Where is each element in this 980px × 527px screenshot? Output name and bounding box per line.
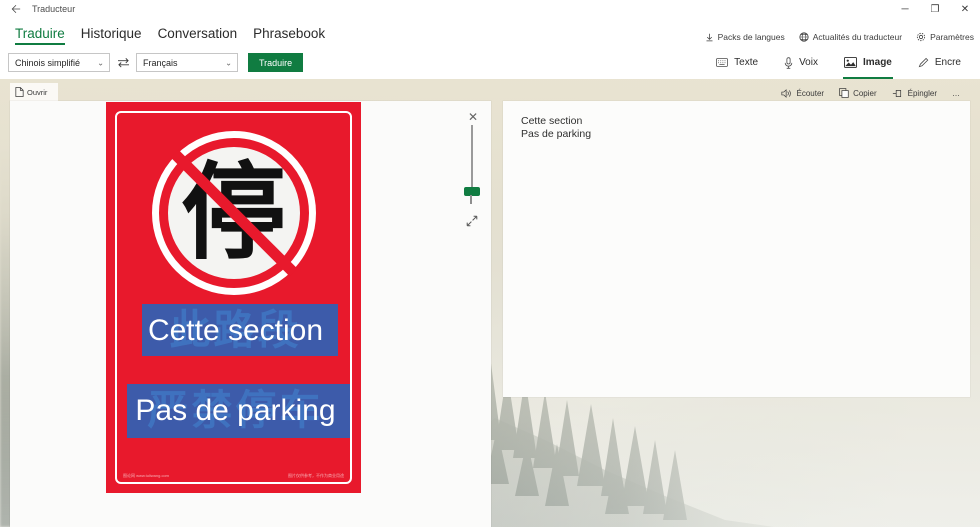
title-bar: Traducteur ─ ❐ ✕ [0, 0, 980, 18]
language-packs-label: Packs de langues [717, 32, 785, 42]
translator-app-window: Traducteur ─ ❐ ✕ Traduire Historique Con… [0, 0, 980, 527]
tab-image[interactable]: Image [831, 46, 905, 79]
more-icon: … [952, 88, 960, 98]
tab-image-label: Image [862, 57, 892, 68]
close-image-button[interactable]: ✕ [465, 109, 481, 125]
translator-news-label: Actualités du traducteur [812, 32, 903, 42]
nav-tab-traduire[interactable]: Traduire [7, 26, 73, 47]
image-icon [844, 57, 857, 68]
translated-text: Cette section Pas de parking [521, 115, 592, 141]
gear-icon [916, 32, 926, 42]
open-file-label: Ouvrir [27, 87, 48, 97]
image-viewer-panel[interactable]: ✕ 停 [10, 101, 491, 527]
nav-tab-phrasebook[interactable]: Phrasebook [245, 26, 333, 47]
globe-icon [799, 32, 809, 42]
tab-voix[interactable]: Voix [771, 46, 831, 79]
sign-inner-frame: 停 此路段 严禁停车 Cette section Pas de parking … [115, 111, 352, 484]
translate-button[interactable]: Traduire [248, 53, 304, 72]
open-file-button[interactable]: Ouvrir [10, 83, 58, 101]
chevron-down-icon: ⌄ [97, 58, 104, 67]
sign-photo: 停 此路段 严禁停车 Cette section Pas de parking … [106, 102, 361, 493]
swap-arrows-icon [117, 58, 129, 68]
chevron-down-icon: ⌄ [225, 58, 232, 67]
minimize-button[interactable]: ─ [890, 0, 920, 18]
result-actions-toolbar: Écouter Copier Épingler … [503, 85, 970, 101]
pin-button[interactable]: Épingler [892, 89, 937, 98]
tab-texte[interactable]: Texte [703, 46, 771, 79]
listen-label: Écouter [796, 88, 825, 98]
download-icon [706, 33, 713, 41]
copy-button[interactable]: Copier [839, 88, 877, 98]
translator-news-button[interactable]: Actualités du traducteur [799, 32, 902, 42]
back-arrow-icon [11, 4, 21, 14]
main-navigation: Traduire Historique Conversation Phraseb… [0, 18, 980, 46]
translation-toolbar: Chinois simplifié ⌄ Français ⌄ Traduire [0, 46, 980, 79]
microphone-icon [784, 56, 793, 69]
copy-label: Copier [853, 88, 877, 98]
speaker-icon [781, 88, 792, 98]
translation-result-panel: Écouter Copier Épingler … Cette section … [503, 88, 970, 397]
keyboard-icon [716, 58, 729, 67]
tab-voix-label: Voix [799, 57, 818, 68]
settings-label: Paramètres [930, 32, 974, 42]
target-language-value: Français [143, 57, 178, 68]
nav-actions: Packs de langues Actualités du traducteu… [705, 32, 974, 42]
zoom-slider-track [471, 125, 473, 193]
language-packs-button[interactable]: Packs de langues [705, 32, 785, 42]
window-controls: ─ ❐ ✕ [890, 0, 980, 18]
swap-languages-button[interactable] [110, 53, 136, 72]
content-area: Ouvrir ✕ Cette section Pas de parking 图论… [0, 79, 980, 527]
target-language-select[interactable]: Français ⌄ [136, 53, 238, 72]
listen-button[interactable]: Écouter [781, 89, 824, 98]
pen-icon [918, 57, 929, 68]
tab-texte-label: Texte [734, 57, 759, 68]
nav-tab-historique[interactable]: Historique [73, 26, 150, 47]
zoom-slider-thumb[interactable] [464, 187, 480, 204]
app-title: Traducteur [32, 4, 76, 14]
watermark-left: 图论网 www.tuliwang.com [123, 473, 170, 478]
pin-icon [892, 89, 901, 97]
ar-overlay-text-2: Pas de parking [135, 394, 336, 427]
copy-icon [839, 88, 849, 98]
tab-encre[interactable]: Encre [905, 46, 974, 79]
settings-button[interactable]: Paramètres [916, 32, 974, 42]
input-mode-tabs: Texte Voix Image Encre [703, 46, 974, 79]
maximize-button[interactable]: ❐ [920, 0, 950, 18]
close-button[interactable]: ✕ [950, 0, 980, 18]
source-language-select[interactable]: Chinois simplifié ⌄ [8, 53, 110, 72]
pin-label: Épingler [907, 88, 937, 98]
document-icon [15, 87, 24, 97]
more-options-button[interactable]: … [952, 89, 960, 98]
zoom-slider[interactable] [464, 125, 480, 215]
expand-arrows-icon [466, 215, 478, 227]
desktop-wallpaper: Traducteur ─ ❐ ✕ Traduire Historique Con… [0, 0, 980, 527]
no-stopping-roundel: 停 [151, 131, 316, 295]
source-language-value: Chinois simplifié [15, 57, 81, 68]
nav-tab-conversation[interactable]: Conversation [150, 26, 246, 47]
back-button[interactable] [0, 0, 32, 18]
tab-encre-label: Encre [934, 57, 961, 68]
ar-overlay-text-1: Cette section [147, 314, 324, 347]
watermark-right: 图片仅供参考，不作为商业用途 [288, 473, 344, 478]
expand-image-button[interactable] [464, 213, 480, 229]
